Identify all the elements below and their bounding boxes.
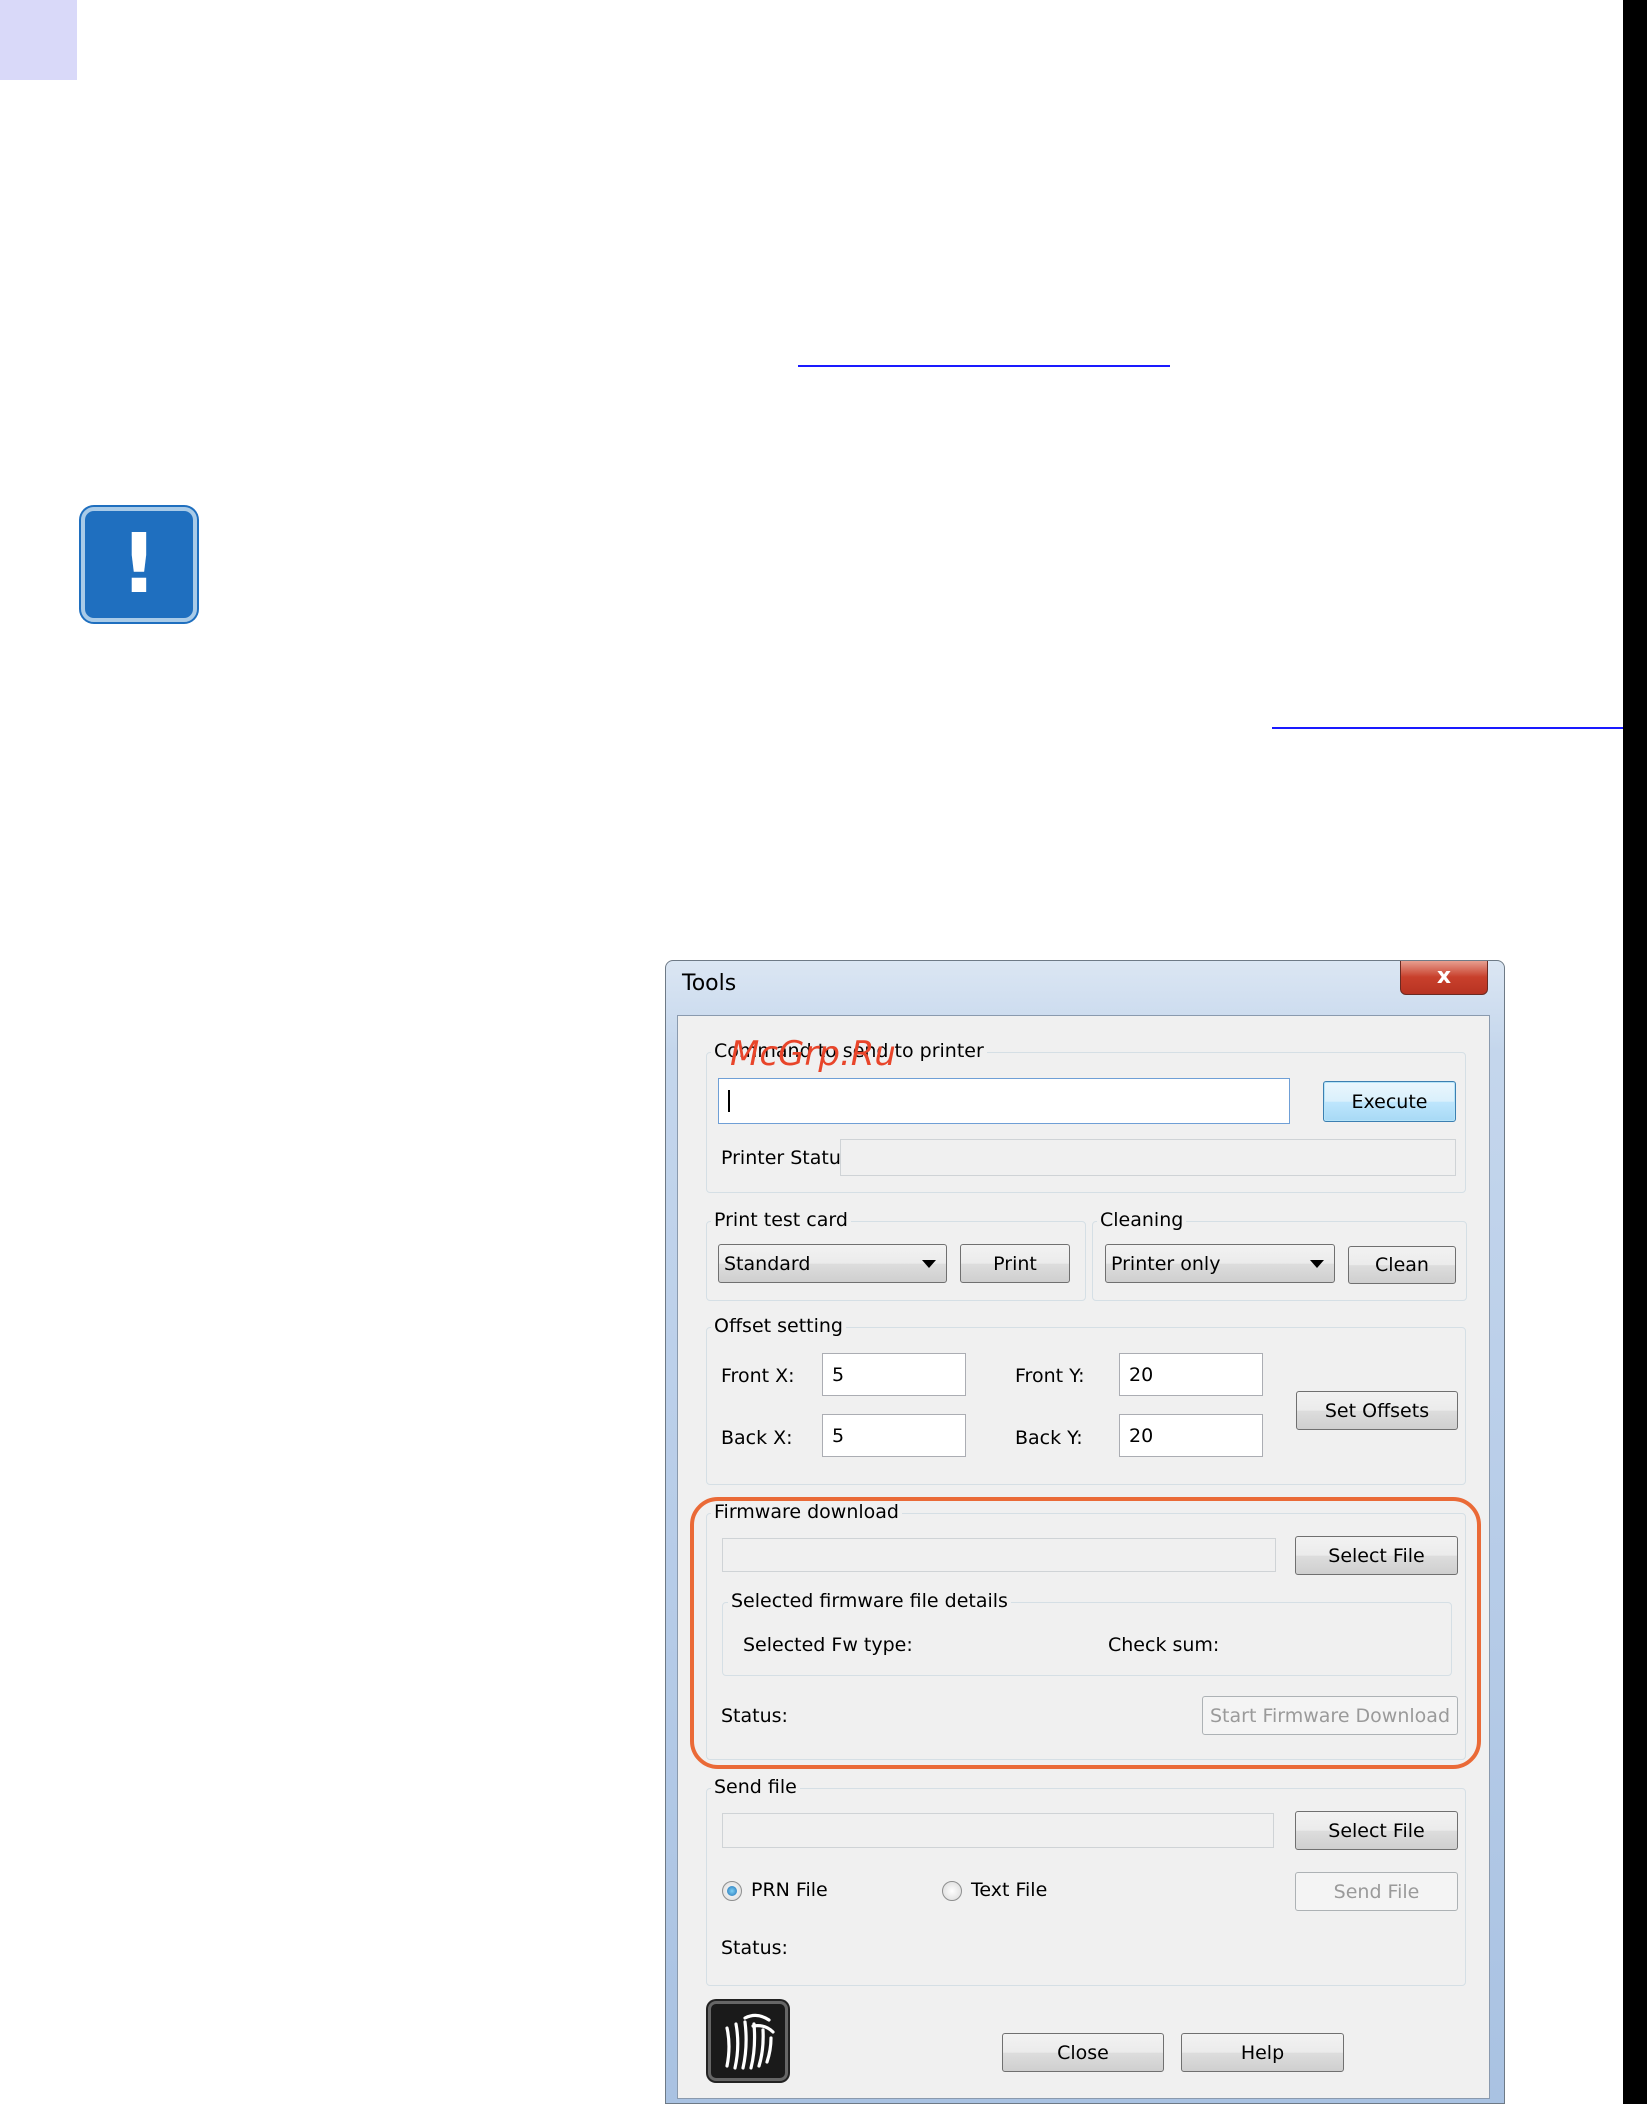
- chevron-down-icon: [922, 1260, 936, 1268]
- back-x-label: Back X:: [721, 1427, 793, 1449]
- send-file-legend: Send file: [711, 1776, 800, 1798]
- front-y-input[interactable]: 20: [1119, 1353, 1263, 1396]
- back-y-label: Back Y:: [1015, 1427, 1083, 1449]
- front-x-input[interactable]: 5: [822, 1353, 966, 1396]
- cleaning-select[interactable]: Printer only: [1105, 1244, 1335, 1283]
- text-file-radio[interactable]: [942, 1881, 962, 1901]
- corner-marker: [0, 0, 77, 80]
- back-x-input[interactable]: 5: [822, 1414, 966, 1457]
- page-edge-bar: [1623, 0, 1647, 2104]
- send-select-file-button[interactable]: Select File: [1295, 1811, 1458, 1850]
- front-y-label: Front Y:: [1015, 1365, 1085, 1387]
- important-icon: !: [81, 507, 197, 622]
- set-offsets-button[interactable]: Set Offsets: [1296, 1391, 1458, 1430]
- printer-status-label: Printer Status:: [721, 1147, 858, 1169]
- zebra-logo-icon: [708, 2001, 788, 2081]
- back-y-input[interactable]: 20: [1119, 1414, 1263, 1457]
- cleaning-legend: Cleaning: [1097, 1209, 1187, 1231]
- hyperlink-underline[interactable]: [798, 365, 1170, 367]
- watermark: McGrp.Ru: [730, 1034, 896, 1074]
- firmware-highlight-box: [690, 1497, 1481, 1769]
- close-window-button[interactable]: x: [1400, 961, 1488, 995]
- print-test-card-legend: Print test card: [711, 1209, 851, 1231]
- send-status-label: Status:: [721, 1937, 788, 1959]
- text-file-label[interactable]: Text File: [971, 1879, 1047, 1901]
- help-button[interactable]: Help: [1181, 2033, 1344, 2072]
- front-x-label: Front X:: [721, 1365, 795, 1387]
- window-title: Tools: [682, 971, 737, 996]
- text-cursor: [728, 1090, 730, 1112]
- clean-button[interactable]: Clean: [1348, 1246, 1456, 1284]
- chevron-down-icon: [1310, 1260, 1324, 1268]
- offset-setting-legend: Offset setting: [711, 1315, 846, 1337]
- prn-file-radio[interactable]: [722, 1881, 742, 1901]
- zebra-stripes-icon: [725, 2013, 775, 2070]
- printer-status-field: [840, 1139, 1456, 1176]
- test-card-select[interactable]: Standard: [718, 1244, 947, 1283]
- send-file-button[interactable]: Send File: [1295, 1872, 1458, 1911]
- prn-file-label[interactable]: PRN File: [751, 1879, 828, 1901]
- send-file-field: [722, 1813, 1274, 1848]
- print-button[interactable]: Print: [960, 1244, 1070, 1283]
- close-button[interactable]: Close: [1002, 2033, 1164, 2072]
- command-input[interactable]: [718, 1078, 1290, 1124]
- close-icon: x: [1436, 964, 1452, 989]
- execute-button[interactable]: Execute: [1323, 1081, 1456, 1122]
- cleaning-selected: Printer only: [1111, 1252, 1221, 1275]
- test-card-selected: Standard: [724, 1252, 811, 1275]
- hyperlink-underline[interactable]: [1272, 727, 1623, 729]
